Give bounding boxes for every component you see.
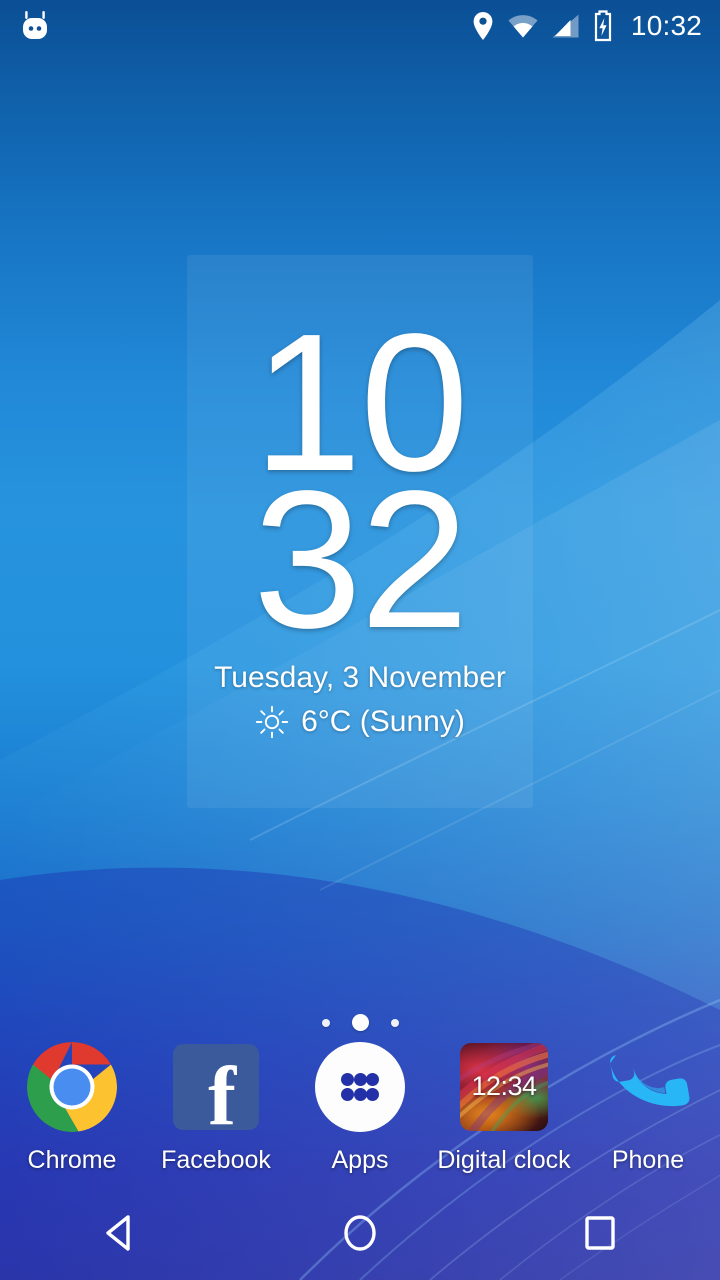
back-triangle-icon (106, 1214, 130, 1251)
dock-item-facebook[interactable]: f Facebook (144, 1040, 288, 1185)
status-bar[interactable]: 10:32 (0, 0, 720, 52)
dock-item-chrome[interactable]: Chrome (0, 1040, 144, 1185)
dock-label-chrome: Chrome (27, 1146, 117, 1174)
widget-weather-label: 6°C (Sunny) (301, 704, 465, 738)
cellular-signal-icon (552, 14, 579, 38)
apps-drawer-icon (313, 1040, 407, 1134)
navigation-bar (0, 1185, 720, 1280)
sunny-icon (255, 705, 289, 738)
page-dot-2-active[interactable] (351, 1014, 369, 1031)
location-pin-icon (473, 12, 493, 40)
facebook-icon: f (169, 1040, 263, 1134)
digital-clock-tile-time: 12:34 (471, 1071, 537, 1101)
home-circle-icon (344, 1214, 376, 1251)
widget-date-label: Tuesday, 3 November (214, 660, 506, 694)
chrome-icon (25, 1040, 119, 1134)
recents-nav-button[interactable] (480, 1185, 720, 1280)
status-bar-clock: 10:32 (630, 10, 702, 41)
recents-square-icon (585, 1215, 615, 1250)
page-dot-1[interactable] (321, 1018, 330, 1027)
dock-label-apps: Apps (331, 1146, 389, 1174)
widget-clock-minutes: 32 (252, 449, 469, 669)
battery-charging-icon (594, 10, 612, 42)
wifi-icon (508, 15, 538, 38)
clock-widget-content: 10 32 Tuesday, 3 November 6°C (Sunny) (187, 305, 533, 739)
dock-item-phone[interactable]: Phone (576, 1040, 720, 1185)
status-bar-icons: 10:32 (471, 10, 702, 42)
status-bar-notifications (20, 10, 50, 42)
dock: Chrome f Facebook Apps 12:34 Digital clo… (0, 1040, 720, 1185)
dock-item-digital-clock[interactable]: 12:34 Digital clock (432, 1040, 576, 1185)
page-indicator (0, 1014, 720, 1031)
back-nav-button[interactable] (0, 1185, 240, 1280)
facebook-f-glyph: f (208, 1050, 237, 1131)
home-nav-button[interactable] (240, 1185, 480, 1280)
dock-label-digital-clock: Digital clock (437, 1146, 571, 1174)
android-mascot-icon (23, 11, 47, 39)
dock-label-facebook: Facebook (161, 1146, 271, 1174)
dock-label-phone: Phone (611, 1146, 685, 1174)
android-home-screen: 10:32 10 32 Tuesday, 3 November 6°C (Sun… (0, 0, 720, 1280)
phone-icon (601, 1040, 695, 1134)
widget-weather-row[interactable]: 6°C (Sunny) (187, 705, 533, 739)
digital-clock-icon: 12:34 (457, 1040, 551, 1134)
clock-weather-widget[interactable]: 10 32 Tuesday, 3 November 6°C (Sunny) (187, 255, 533, 808)
page-dot-3[interactable] (390, 1018, 399, 1027)
dock-item-apps[interactable]: Apps (288, 1040, 432, 1185)
